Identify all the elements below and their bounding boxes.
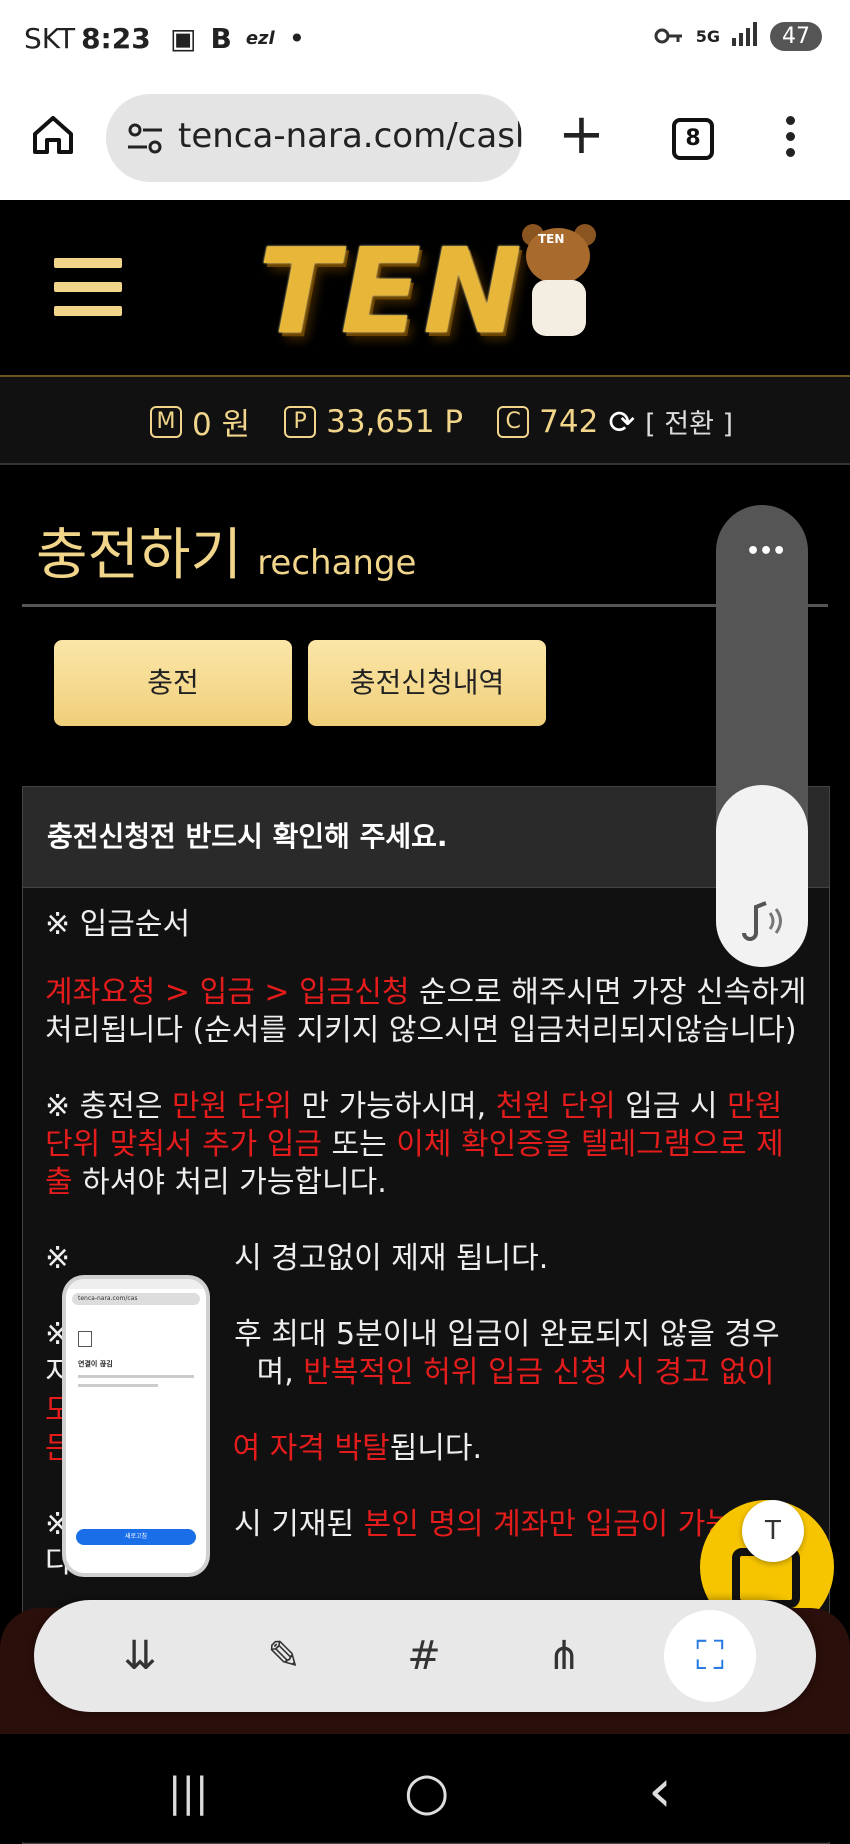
- coin-value: 742: [539, 403, 599, 440]
- document-icon: [78, 1331, 92, 1347]
- more-options-icon[interactable]: •••: [746, 539, 786, 564]
- deposit-order-text: 계좌요청 > 입금 > 입금신청 순으로 해주시면 가장 신속하게 처리됩니다 …: [45, 975, 807, 1048]
- points-bar: M 0 원 P 33,651 P C 742 ⟳ [ 전환 ]: [0, 377, 850, 465]
- coin-icon: C: [497, 405, 530, 438]
- hashtag-icon[interactable]: #: [394, 1626, 454, 1686]
- back-button[interactable]: ‹: [648, 1756, 672, 1826]
- ezl-icon: ezl: [245, 28, 275, 49]
- battery-icon: 47: [770, 22, 822, 51]
- crop-icon[interactable]: ⛶: [664, 1610, 756, 1702]
- address-bar[interactable]: tenca-nara.com/casl: [106, 94, 522, 182]
- refresh-icon[interactable]: ⟳: [608, 403, 635, 441]
- home-button[interactable]: [30, 112, 76, 158]
- volume-level[interactable]: [716, 785, 808, 967]
- point-value: 33,651 P: [326, 403, 464, 440]
- carrier-label: SKT: [24, 22, 76, 55]
- signal-icon: [732, 20, 758, 53]
- url-text[interactable]: tenca-nara.com/casl: [178, 116, 522, 156]
- b-icon: B: [210, 22, 232, 55]
- title-divider: [22, 604, 828, 607]
- clock: 8:23: [81, 22, 151, 55]
- preview-title: 연결이 끊김: [78, 1360, 113, 1368]
- page-subtitle: rechange: [257, 543, 417, 583]
- volume-slider[interactable]: •••: [716, 505, 808, 967]
- bear-mascot-icon: TEN: [518, 224, 598, 344]
- browser-menu-button[interactable]: [780, 112, 800, 162]
- page-title-ko: 충전하기: [36, 523, 243, 588]
- switch-button[interactable]: [ 전환 ]: [645, 402, 733, 441]
- navigation-bar: ||| ○ ‹: [0, 1734, 850, 1842]
- music-volume-icon: [742, 901, 782, 941]
- home-nav-button[interactable]: ○: [404, 1762, 449, 1822]
- preview-url: tenca-nara.com/cas: [72, 1293, 200, 1305]
- screenshot-toolbar: ⇊ ✎ # ⋔ ⛶: [34, 1600, 816, 1712]
- page-title: 충전하기 rechange: [36, 510, 416, 591]
- share-icon[interactable]: ⋔: [534, 1626, 594, 1686]
- scroll-capture-icon[interactable]: ⇊: [110, 1626, 170, 1686]
- site-settings-icon[interactable]: [126, 120, 164, 158]
- status-bar: SKT 8:23 ▣ B ezl • 5G 47: [0, 0, 850, 82]
- new-tab-button[interactable]: +: [558, 107, 605, 163]
- text-scan-icon: T: [765, 1516, 781, 1546]
- charge-unit-text: ※ 충전은 만원 단위 만 가능하시며, 천원 단위 입금 시 만원 단위 맞춰…: [45, 1089, 784, 1200]
- charge-button[interactable]: 충전: [54, 640, 292, 726]
- hamburger-menu-icon[interactable]: [54, 258, 122, 330]
- dot-icon: •: [288, 22, 306, 55]
- money-value: 0 원: [192, 407, 251, 443]
- status-time: SKT 8:23: [24, 22, 151, 55]
- sanction-text: ※ 시 경고없이 제재 됩니다.: [45, 1241, 549, 1276]
- home-icon: [33, 116, 73, 154]
- extract-text-button[interactable]: T: [742, 1500, 804, 1562]
- browser-toolbar: tenca-nara.com/casl + 8: [0, 82, 850, 200]
- deposit-order-title: ※ 입금순서: [45, 907, 191, 942]
- tab-switcher-button[interactable]: 8: [672, 118, 714, 160]
- key-icon: [654, 20, 684, 53]
- notification-icons: ▣ B ezl •: [170, 22, 305, 55]
- 5g-icon: 5G: [695, 27, 720, 46]
- notice-heading: 충전신청전 반드시 확인해 주세요.: [23, 787, 829, 888]
- bear-cap-label: TEN: [538, 232, 565, 246]
- point-icon: P: [284, 405, 317, 438]
- charge-history-button[interactable]: 충전신청내역: [308, 640, 546, 726]
- draw-icon[interactable]: ✎: [254, 1626, 314, 1686]
- preview-reload-button: 새로고침: [76, 1529, 196, 1545]
- system-icons: 5G 47: [654, 20, 822, 53]
- site-logo[interactable]: TEN: [258, 222, 524, 360]
- recents-button[interactable]: |||: [168, 1770, 208, 1816]
- money-icon: M: [150, 405, 182, 438]
- screenshot-preview[interactable]: tenca-nara.com/cas 연결이 끊김 새로고침: [66, 1279, 206, 1573]
- screenshot-icon: ▣: [170, 22, 197, 55]
